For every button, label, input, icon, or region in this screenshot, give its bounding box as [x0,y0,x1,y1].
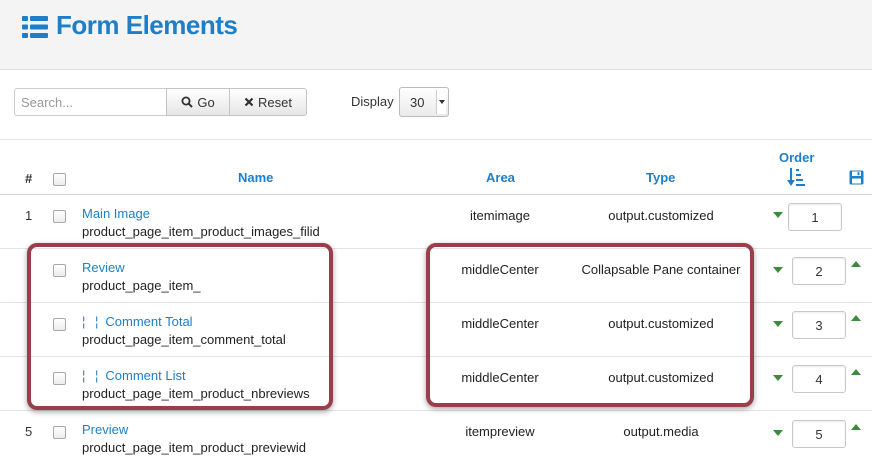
move-up-icon[interactable] [851,315,861,321]
column-header-number: # [25,171,33,186]
element-type: output.customized [608,316,714,331]
row-checkbox[interactable] [53,264,66,277]
go-button[interactable]: Go [166,88,230,116]
element-area: middleCenter [461,370,539,385]
element-identifier: product_page_item_comment_total [82,332,286,347]
element-identifier: product_page_item_product_nbreviews [82,386,310,401]
child-indent-marker: ¦ ¦ [82,314,102,329]
table-row: ¦ ¦ Comment Total product_page_item_comme… [0,303,872,357]
move-down-icon[interactable] [773,321,783,327]
order-input[interactable] [792,420,846,448]
sort-ascending-icon[interactable] [787,167,805,187]
move-down-icon[interactable] [773,375,783,381]
go-button-label: Go [197,94,215,110]
element-name-link[interactable]: ¦ ¦ Comment List [82,368,186,383]
search-input[interactable] [14,88,166,116]
move-down-icon[interactable] [773,212,783,218]
row-checkbox[interactable] [53,372,66,385]
element-area: itempreview [465,424,535,439]
column-header-name[interactable]: Name [238,170,273,185]
order-input[interactable] [792,257,846,285]
order-input[interactable] [792,365,846,393]
row-number: 5 [25,424,33,439]
close-icon [244,97,254,107]
move-up-icon[interactable] [851,261,861,267]
table-row: 1 Main Image product_page_item_product_i… [0,195,872,249]
column-header-type[interactable]: Type [646,170,675,185]
page-header: Form Elements [0,0,872,70]
chevron-down-icon [436,90,446,114]
order-input[interactable] [792,311,846,339]
column-header-area[interactable]: Area [486,170,515,185]
move-up-icon[interactable] [851,424,861,430]
element-area: middleCenter [461,316,539,331]
search-icon [181,96,194,108]
reset-button[interactable]: Reset [229,88,307,116]
element-type: output.customized [608,208,714,223]
display-select[interactable]: 30 [399,87,449,117]
element-identifier: product_page_item_product_previewid [82,440,307,455]
row-checkbox[interactable] [53,318,66,331]
element-name-link[interactable]: Review [82,260,125,275]
element-name-text: Comment List [105,368,186,383]
table-row: 5 Preview product_page_item_product_prev… [0,411,872,465]
element-type: Collapsable Pane container [581,262,741,277]
element-name-link[interactable]: Preview [82,422,128,437]
table-header: # Name Area Type Order [0,140,872,195]
move-down-icon[interactable] [773,430,783,436]
row-checkbox[interactable] [53,426,66,439]
child-indent-marker: ¦ ¦ [82,368,102,383]
move-up-icon[interactable] [851,369,861,375]
element-name-text: Comment Total [105,314,193,329]
reset-button-label: Reset [258,94,292,110]
element-type: output.media [623,424,699,439]
element-area: itemimage [470,208,530,223]
list-icon [22,16,48,38]
order-input[interactable] [788,203,842,231]
table-row: Review product_page_item_ middleCenter C… [0,249,872,303]
element-type: output.customized [608,370,714,385]
page-title: Form Elements [56,10,238,40]
table-row: ¦ ¦ Comment List product_page_item_produc… [0,357,872,411]
element-area: middleCenter [461,262,539,277]
save-icon[interactable] [849,170,864,185]
toolbar: Go Reset Display 30 [0,70,872,140]
element-name-link[interactable]: ¦ ¦ Comment Total [82,314,193,329]
element-identifier: product_page_item_ [82,278,201,293]
display-select-value: 30 [410,95,425,110]
display-label: Display [351,94,394,109]
column-header-order[interactable]: Order [779,150,814,165]
row-checkbox[interactable] [53,210,66,223]
select-all-checkbox[interactable] [53,173,66,186]
element-identifier: product_page_item_product_images_filid [82,224,320,239]
row-number: 1 [25,208,33,223]
move-down-icon[interactable] [773,267,783,273]
element-name-link[interactable]: Main Image [82,206,150,221]
